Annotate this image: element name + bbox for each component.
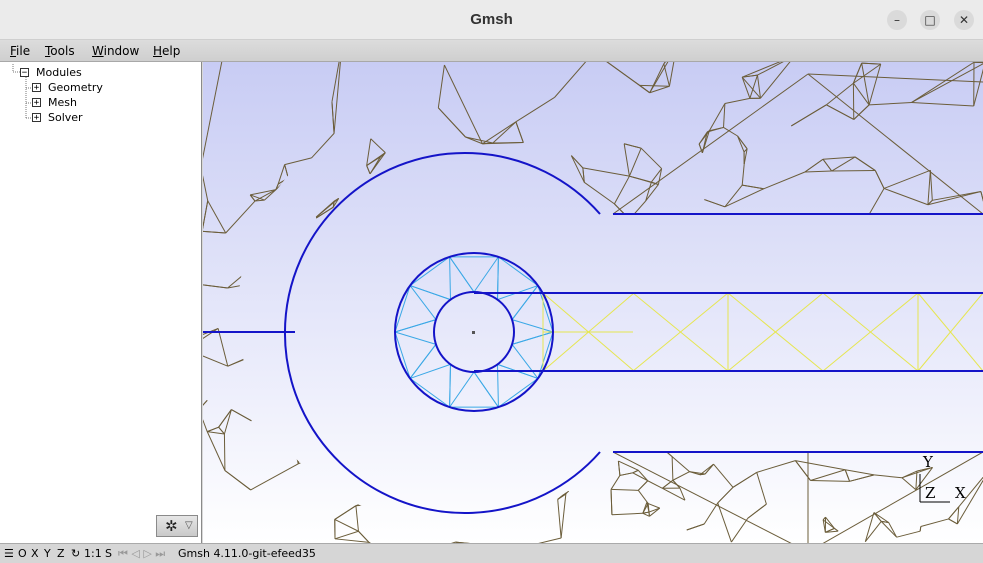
menu-file-label: ile bbox=[16, 44, 31, 58]
center-point bbox=[472, 331, 475, 334]
view-y-button[interactable]: Y bbox=[44, 547, 51, 560]
select-button[interactable]: S bbox=[105, 547, 112, 560]
tree-item-modules[interactable]: Modules bbox=[36, 66, 82, 79]
menu-window-mnemonic: W bbox=[92, 44, 104, 58]
view-z-button[interactable]: Z bbox=[57, 547, 65, 560]
title-bar: Gmsh – □ ✕ bbox=[0, 0, 983, 40]
playback-controls[interactable]: ⏮ ◁ ▷ ⏭ bbox=[118, 547, 165, 561]
dropdown-triangle-icon: ▽ bbox=[185, 520, 193, 531]
status-message: Gmsh 4.11.0-git-efeed35 bbox=[178, 547, 316, 560]
menu-tools[interactable]: Tools bbox=[45, 44, 75, 58]
view-origin-button[interactable]: O bbox=[18, 547, 27, 560]
menu-toggle-icon[interactable]: ☰ bbox=[4, 547, 14, 560]
options-gear-button[interactable]: ✲ ▽ bbox=[156, 515, 198, 537]
outer-mesh-edge bbox=[223, 433, 226, 471]
tree-item-mesh[interactable]: Mesh bbox=[48, 96, 77, 109]
modules-toggle[interactable]: − bbox=[20, 68, 29, 78]
solver-toggle[interactable]: + bbox=[32, 113, 41, 123]
minimize-button[interactable]: – bbox=[887, 10, 907, 30]
menu-help-label: elp bbox=[162, 44, 181, 58]
menu-file[interactable]: File bbox=[10, 44, 30, 58]
menu-help-mnemonic: H bbox=[153, 44, 163, 58]
graphics-viewport[interactable]: Y Z X bbox=[203, 62, 983, 543]
tree-item-geometry[interactable]: Geometry bbox=[48, 81, 103, 94]
status-bar: ☰ O X Y Z ↻ 1:1 S ⏮ ◁ ▷ ⏭ Gmsh 4.11.0-gi… bbox=[0, 543, 983, 563]
tree-lines bbox=[12, 64, 32, 119]
axis-z-label: Z bbox=[925, 484, 936, 502]
menu-help[interactable]: Help bbox=[153, 44, 180, 58]
menu-bar: File Tools Window Help bbox=[0, 40, 983, 62]
menu-tools-label: ools bbox=[50, 44, 75, 58]
menu-window-label: indow bbox=[103, 44, 140, 58]
axis-x-label: X bbox=[955, 484, 966, 502]
tree-item-solver[interactable]: Solver bbox=[48, 111, 83, 124]
outer-mesh-edge bbox=[919, 526, 922, 532]
axis-y-label: Y bbox=[923, 453, 933, 471]
mesh-canvas[interactable] bbox=[203, 62, 983, 543]
view-x-button[interactable]: X bbox=[31, 547, 39, 560]
window-title: Gmsh bbox=[470, 11, 513, 28]
gear-icon: ✲ bbox=[165, 517, 178, 535]
viewport-background bbox=[203, 62, 983, 543]
module-tree: − Modules + Geometry + Mesh + Solver bbox=[0, 62, 202, 543]
rotate-icon[interactable]: ↻ bbox=[71, 547, 80, 560]
scale-reset-button[interactable]: 1:1 bbox=[84, 547, 102, 560]
mesh-toggle[interactable]: + bbox=[32, 98, 41, 108]
geometry-toggle[interactable]: + bbox=[32, 83, 41, 93]
close-button[interactable]: ✕ bbox=[954, 10, 974, 30]
maximize-button[interactable]: □ bbox=[920, 10, 940, 30]
menu-window[interactable]: Window bbox=[92, 44, 139, 58]
